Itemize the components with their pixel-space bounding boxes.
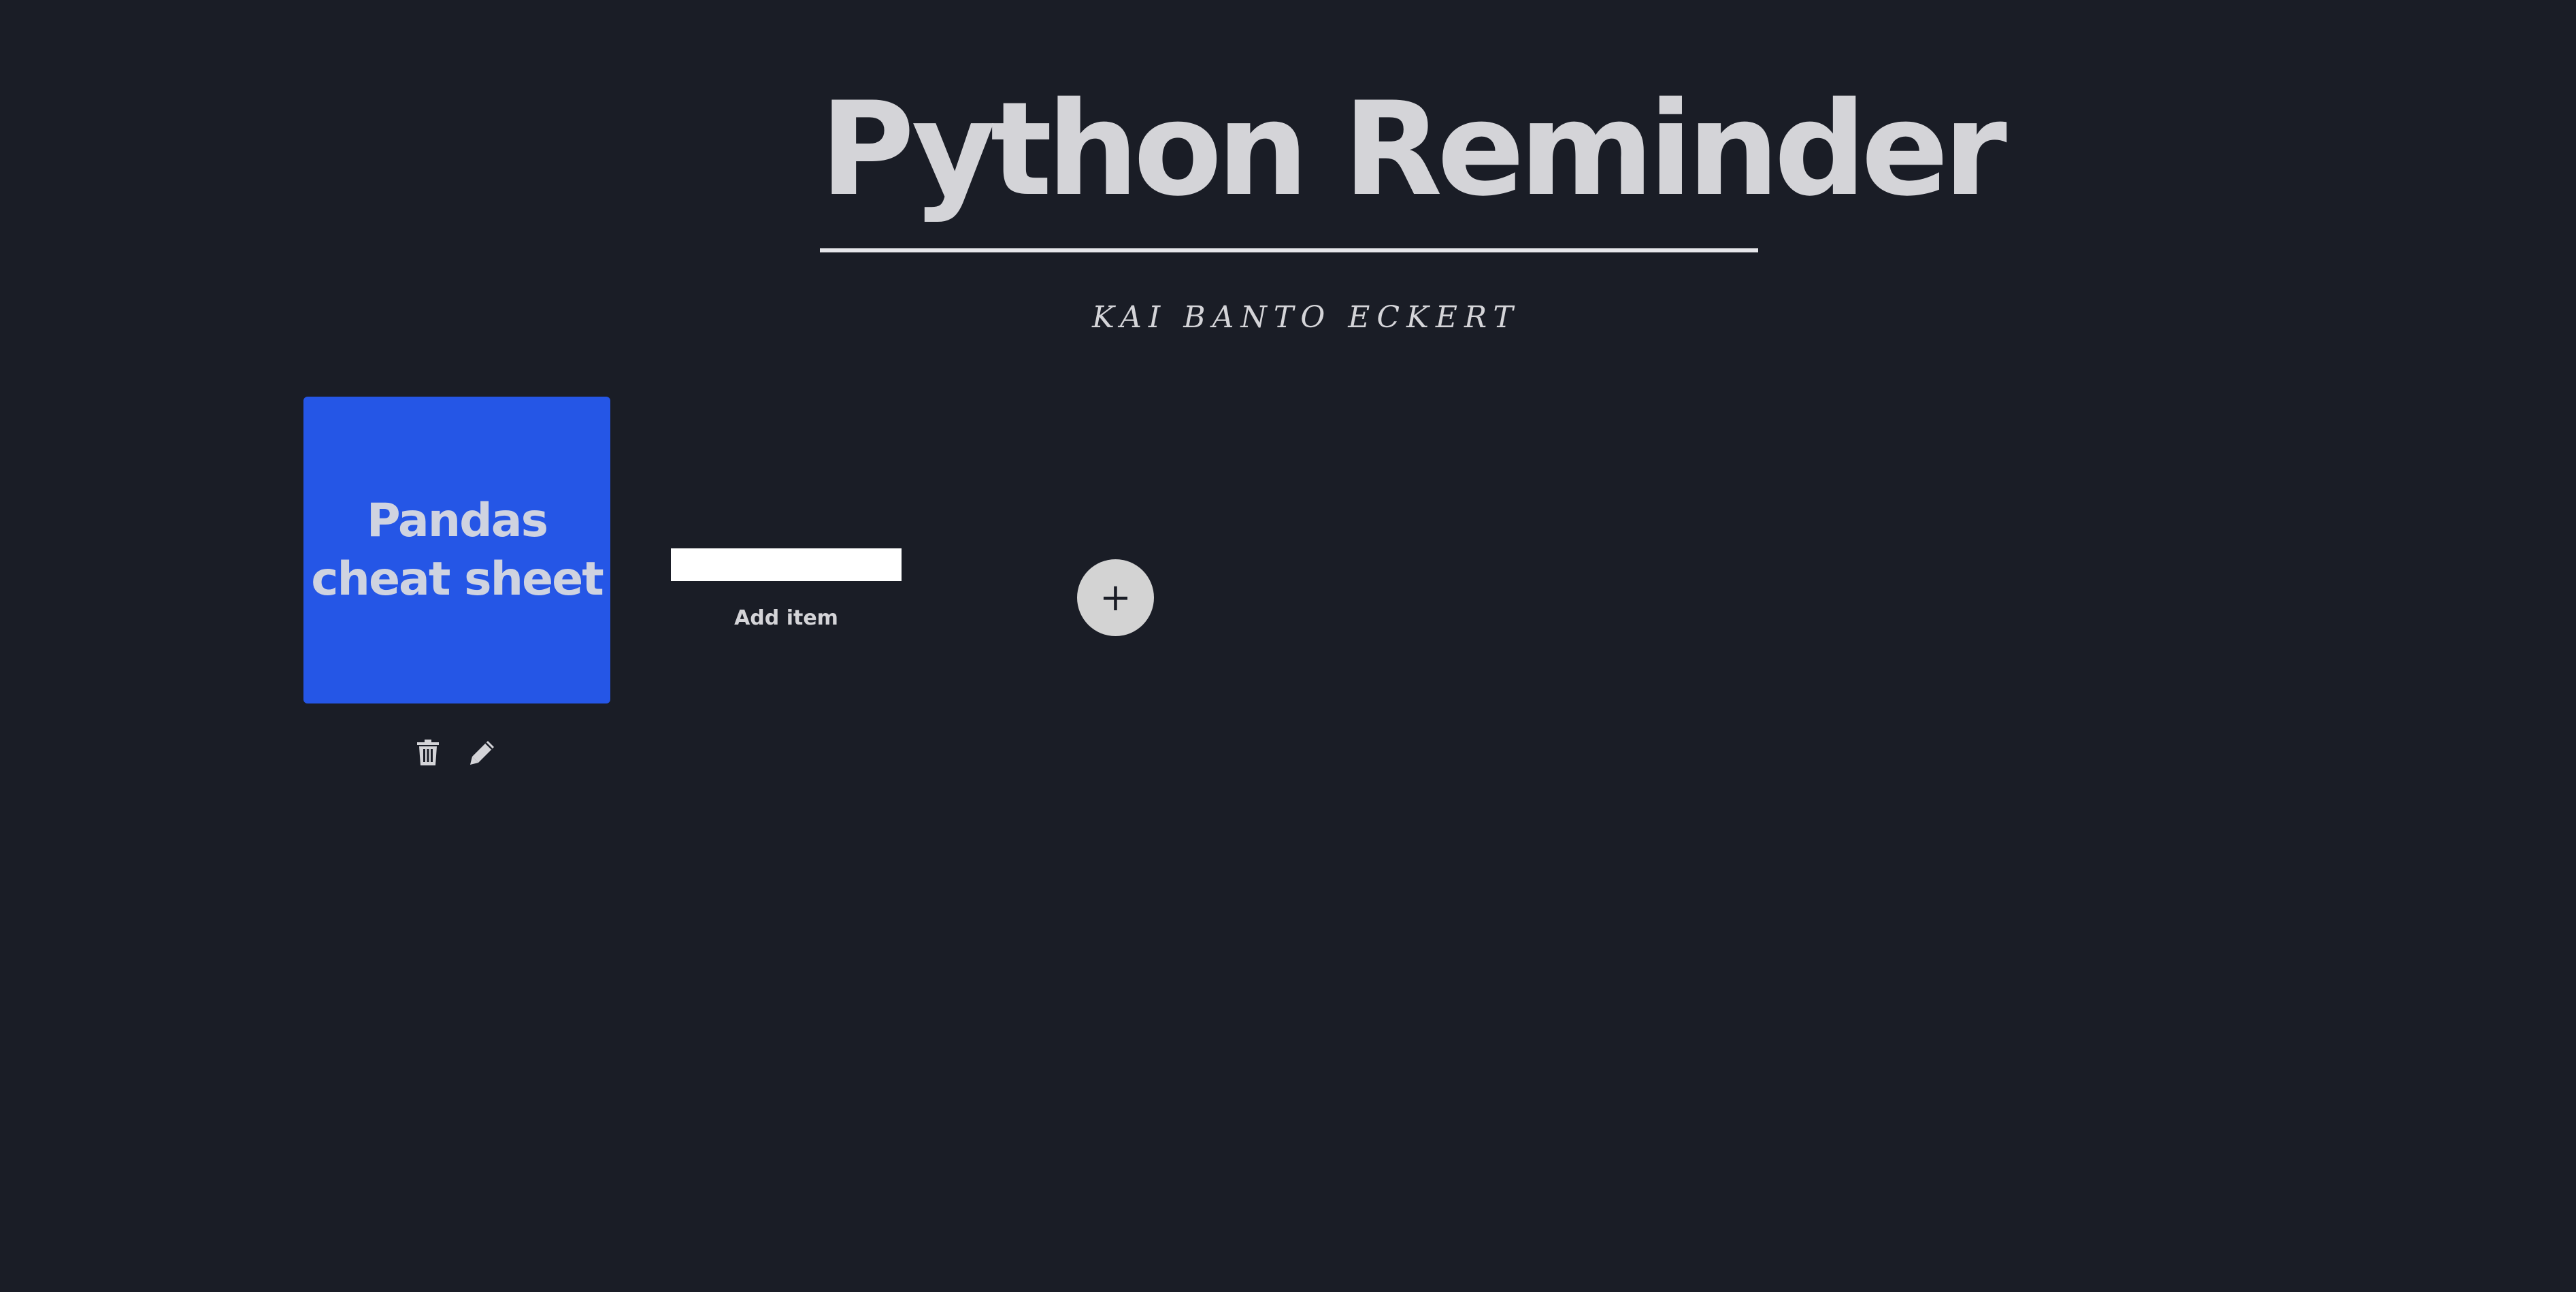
add-card-button[interactable]: + [1077,559,1154,636]
card-actions [411,737,506,771]
title-divider [820,248,1758,252]
plus-icon: + [1100,575,1132,620]
author-signature: KAI BANTO ECKERT [1092,300,1520,335]
reminder-card-title: Pandas cheat sheet [311,493,604,606]
pencil-icon [469,739,496,769]
add-item-label[interactable]: Add item [671,603,902,634]
add-item-input[interactable] [671,548,902,581]
delete-card-button[interactable] [411,737,445,771]
reminder-card[interactable]: Pandas cheat sheet [303,397,610,703]
edit-card-button[interactable] [465,737,499,771]
trash-icon [416,739,440,769]
page-title: Python Reminder [820,74,2007,225]
